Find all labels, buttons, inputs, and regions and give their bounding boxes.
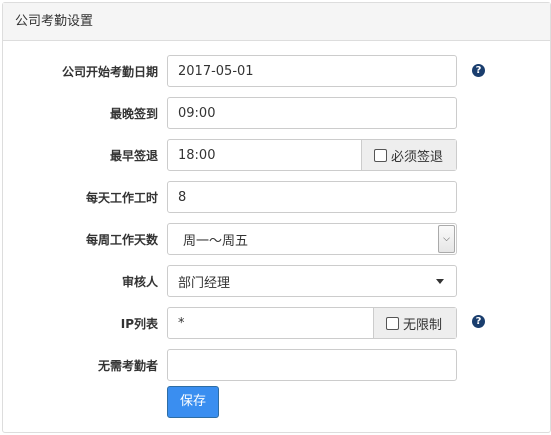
must-checkout-label: 必须签退 xyxy=(391,149,444,165)
latest-checkin-field[interactable] xyxy=(167,97,457,129)
caret-down-icon xyxy=(436,278,444,284)
start-date-input[interactable] xyxy=(168,56,456,86)
approver-value: 部门经理 xyxy=(178,275,231,291)
weekly-days-select[interactable]: 周一～周五 ⌵ xyxy=(167,223,457,255)
weekly-days-label: 每周工作天数 xyxy=(85,233,158,247)
latest-checkin-input[interactable] xyxy=(168,98,456,128)
latest-checkin-label: 最晚签到 xyxy=(109,107,158,121)
chevron-down-icon[interactable]: ⌵ xyxy=(438,225,455,253)
earliest-checkout-input[interactable] xyxy=(168,140,361,170)
daily-hours-field[interactable] xyxy=(167,181,457,213)
save-button[interactable]: 保存 xyxy=(167,386,219,418)
ip-list-input[interactable] xyxy=(168,308,373,338)
must-checkout-addon[interactable]: 必须签退 xyxy=(361,140,456,170)
exempt-label: 无需考勤者 xyxy=(97,359,158,373)
earliest-checkout-field[interactable]: 必须签退 xyxy=(167,139,457,171)
unlimited-addon[interactable]: 无限制 xyxy=(373,308,456,338)
question-circle-icon[interactable]: ? xyxy=(472,315,485,328)
start-date-field[interactable] xyxy=(167,55,457,87)
unlimited-label: 无限制 xyxy=(403,317,443,333)
panel-title: 公司考勤设置 xyxy=(3,3,550,41)
unlimited-checkbox[interactable] xyxy=(386,316,399,330)
exempt-input[interactable] xyxy=(168,350,456,380)
earliest-checkout-label: 最早签退 xyxy=(109,149,158,163)
must-checkout-checkbox[interactable] xyxy=(374,148,387,162)
weekly-days-value: 周一～周五 xyxy=(183,233,249,249)
question-circle-icon[interactable]: ? xyxy=(472,64,485,77)
exempt-field[interactable] xyxy=(167,349,457,381)
start-date-label: 公司开始考勤日期 xyxy=(61,65,158,79)
daily-hours-label: 每天工作工时 xyxy=(85,191,158,205)
ip-list-label: IP列表 xyxy=(120,317,158,331)
ip-list-field[interactable]: 无限制 xyxy=(167,307,457,339)
daily-hours-input[interactable] xyxy=(168,182,456,212)
approver-select[interactable]: 部门经理 xyxy=(167,265,457,297)
approver-label: 审核人 xyxy=(121,275,158,289)
